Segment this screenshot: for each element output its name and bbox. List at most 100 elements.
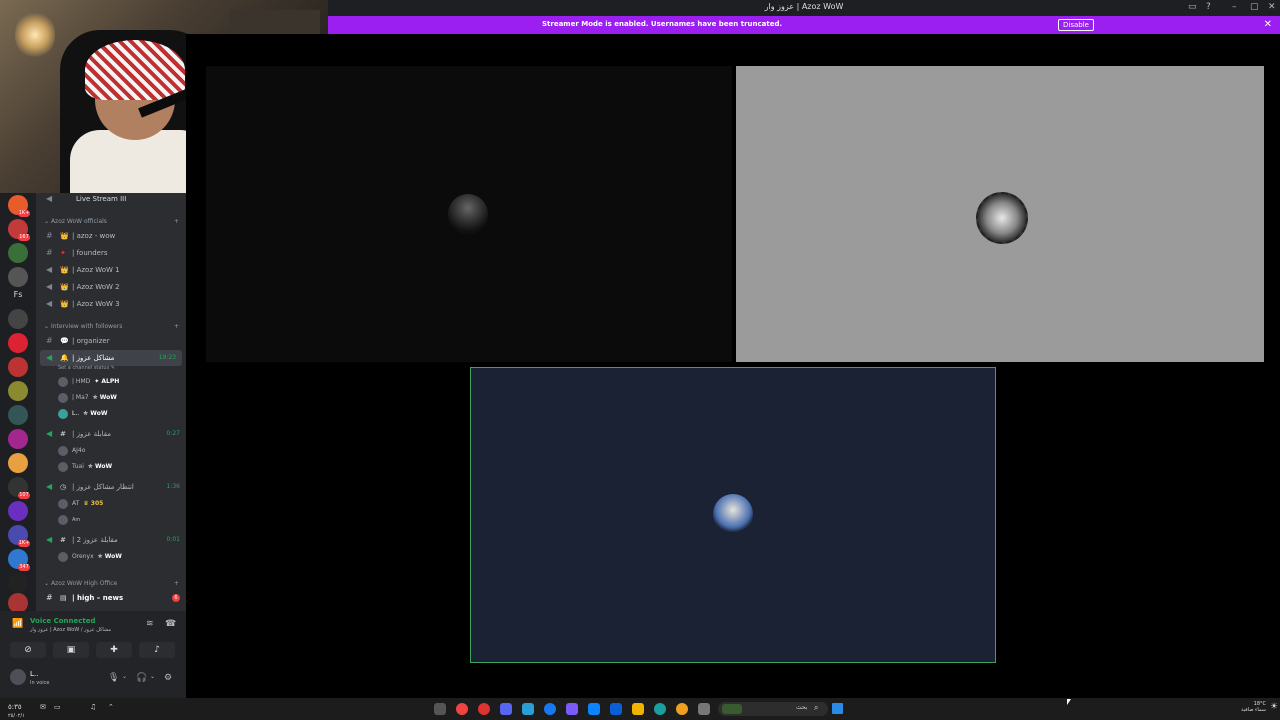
user-status: In voice	[30, 680, 50, 686]
category-interview[interactable]: ⌄ Interview with followers +	[44, 323, 179, 330]
edge-icon[interactable]	[654, 703, 666, 715]
settings-gear-icon[interactable]: ⚙	[164, 673, 172, 683]
crown-icon: 👑	[60, 300, 69, 308]
server-icon[interactable]	[8, 593, 28, 613]
video-tile[interactable]	[736, 66, 1264, 362]
server-icon[interactable]: 347	[8, 549, 30, 571]
voice-channel-name[interactable]: عزوز وار | Azoz WoW / مشاكل عزوز	[30, 627, 111, 633]
user-avatar[interactable]	[10, 669, 26, 685]
soundboard-button[interactable]: ♪	[139, 642, 175, 658]
weather-widget[interactable]: 18°C سماء صافية	[1241, 701, 1266, 713]
voice-connected-panel: 📶 Voice Connected عزوز وار | Azoz WoW / …	[0, 611, 186, 661]
windows-taskbar: ٥:٣٥ ٢٥/٠٢/١ ✉ ▭ ♫ ⌃ بحث ⌕ 18°C سماء صافية…	[0, 698, 1280, 720]
minimize-button[interactable]: –	[1232, 2, 1237, 12]
server-icon[interactable]	[8, 309, 28, 329]
close-banner-icon[interactable]: ✕	[1264, 19, 1272, 30]
video-tile[interactable]	[206, 66, 732, 362]
activities-button[interactable]: ✚	[96, 642, 132, 658]
set-channel-status[interactable]: Set a channel status ✎	[58, 365, 115, 371]
file-explorer-icon[interactable]	[632, 703, 644, 715]
server-icon[interactable]	[8, 267, 28, 287]
app-icon[interactable]	[676, 703, 688, 715]
discord-icon[interactable]	[500, 703, 512, 715]
channel-azoz-wow-1[interactable]: ◀ 👑 | Azoz WoW 1	[36, 262, 186, 278]
taskbar-clock[interactable]: ٥:٣٥ ٢٥/٠٢/١	[8, 703, 25, 719]
server-icon-fs[interactable]: Fs	[8, 285, 28, 305]
participant-avatar	[976, 192, 1028, 244]
server-icon[interactable]	[8, 243, 28, 263]
app-icon[interactable]	[478, 703, 490, 715]
channel-high-news[interactable]: # ▤ | high – news 6	[36, 590, 186, 606]
network-icon[interactable]: ▭	[54, 703, 61, 711]
store-icon[interactable]	[610, 703, 622, 715]
crown-icon: 👑	[60, 232, 69, 240]
speaker-icon: ◀	[46, 429, 53, 438]
server-icon[interactable]: 107	[8, 477, 30, 499]
disable-streamer-mode-button[interactable]: Disable	[1058, 19, 1094, 31]
start-windows-icon[interactable]	[832, 703, 843, 714]
maximize-button[interactable]: ▢	[1250, 2, 1259, 12]
server-icon[interactable]	[8, 381, 28, 401]
voice-status: Voice Connected	[30, 617, 96, 625]
channel-sidebar: ◀ Live Stream III ⌄ Azoz WoW officials + …	[36, 193, 186, 611]
app-icon[interactable]	[434, 703, 446, 715]
server-icon[interactable]	[8, 429, 28, 449]
video-tile-speaking[interactable]	[470, 367, 996, 663]
inbox-icon[interactable]: ▭	[1188, 2, 1197, 12]
server-icon[interactable]	[8, 453, 28, 473]
add-channel-icon[interactable]: +	[174, 218, 179, 225]
streamer-headdress	[85, 40, 185, 100]
disconnect-icon[interactable]: ☎	[165, 619, 176, 629]
notification-icon[interactable]: ✉	[40, 703, 46, 711]
signal-icon[interactable]: 📶	[12, 619, 23, 629]
server-icon[interactable]	[8, 573, 28, 593]
server-icon[interactable]: 167	[8, 219, 30, 241]
headphones-icon[interactable]: 🎧	[136, 673, 147, 683]
close-window-button[interactable]: ✕	[1268, 2, 1276, 12]
user-name[interactable]: L..	[30, 670, 38, 678]
speaker-icon: ◀	[46, 535, 53, 544]
chevron-down-icon[interactable]: ⌄	[122, 673, 127, 680]
channel-timer: 0:27	[166, 430, 180, 437]
telegram-icon[interactable]	[522, 703, 534, 715]
help-icon[interactable]: ?	[1206, 2, 1211, 12]
app-icon[interactable]	[698, 703, 710, 715]
add-channel-icon[interactable]: +	[174, 323, 179, 330]
camera-button[interactable]: ⊘	[10, 642, 46, 658]
channel-azoz-wow-3[interactable]: ◀ 👑 | Azoz WoW 3	[36, 296, 186, 312]
app-icon[interactable]	[566, 703, 578, 715]
lamp-glow	[15, 10, 55, 60]
avatar	[58, 393, 68, 403]
speaker-volume-icon[interactable]: ♫	[90, 703, 96, 711]
server-icon[interactable]: 1K+	[8, 195, 30, 217]
channel-organizer[interactable]: # 💬 | organizer	[36, 333, 186, 349]
server-icon[interactable]	[8, 501, 28, 521]
mail-icon[interactable]	[588, 703, 600, 715]
crown-icon: 👑	[60, 283, 69, 291]
channel-muqabala-2[interactable]: ◀ # | مقابلة عزوز 2 0:01	[36, 532, 186, 548]
avatar	[58, 377, 68, 387]
channel-azoz-wow[interactable]: # 👑 | azoz - wow	[36, 228, 186, 244]
server-icon[interactable]	[8, 357, 28, 377]
chrome-icon[interactable]	[456, 703, 468, 715]
server-icon[interactable]	[8, 405, 28, 425]
taskbar-search[interactable]: بحث ⌕	[718, 702, 828, 716]
server-icon[interactable]: 1K+	[8, 525, 30, 547]
category-high-office[interactable]: ⌄ Azoz WoW High Office +	[44, 580, 179, 587]
microphone-icon[interactable]: 🎙	[108, 673, 119, 683]
channel-mashakel-selected[interactable]: ◀ 🔔 | مشاكل عزوز 19:23	[40, 350, 182, 366]
channel-muqabala[interactable]: ◀ # | مقابلة عزوز 0:27	[36, 426, 186, 442]
channel-timer: 19:23	[158, 354, 176, 361]
facebook-icon[interactable]	[544, 703, 556, 715]
channel-intizar[interactable]: ◀ ◷ | انتظار مشاكل عزوز 1:36	[36, 479, 186, 495]
chevron-up-icon[interactable]: ⌃	[108, 703, 114, 711]
channel-founders[interactable]: # ✦ | founders	[36, 245, 186, 261]
add-channel-icon[interactable]: +	[174, 580, 179, 587]
category-officials[interactable]: ⌄ Azoz WoW officials +	[44, 218, 179, 225]
channel-live-stream[interactable]: ◀ Live Stream III	[36, 193, 186, 207]
server-icon[interactable]	[8, 333, 28, 353]
noise-suppression-icon[interactable]: ≋	[146, 619, 154, 629]
screen-share-button[interactable]: ▣	[53, 642, 89, 658]
chevron-down-icon[interactable]: ⌄	[150, 673, 155, 680]
channel-azoz-wow-2[interactable]: ◀ 👑 | Azoz WoW 2	[36, 279, 186, 295]
